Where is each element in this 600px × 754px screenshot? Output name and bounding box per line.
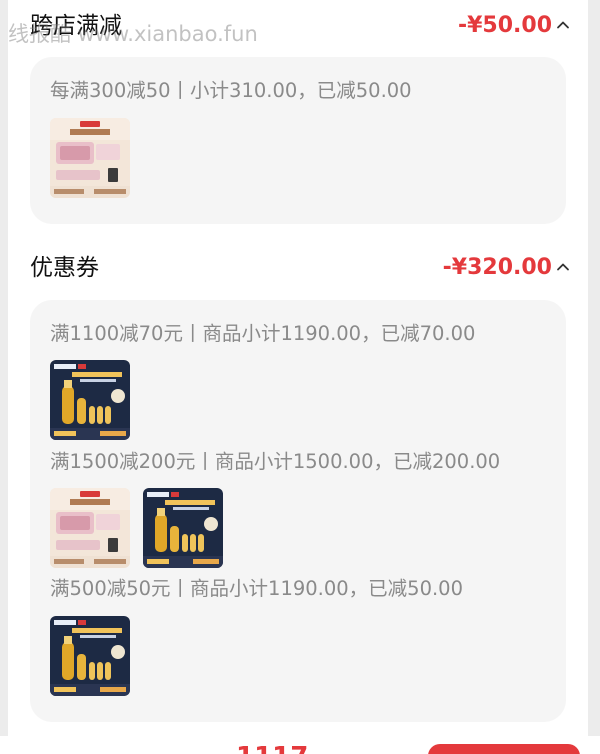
chevron-up-icon[interactable]	[556, 18, 570, 32]
coupon-rule-text: 满500减50元丨商品小计1190.00，已减50.00	[50, 577, 463, 600]
product-thumbnail-guerlain-serum[interactable]	[50, 616, 130, 696]
discount-rule-text: 每满300减50丨小计310.00，已减50.00	[50, 79, 412, 102]
discount-rule-card: 每满300减50丨小计310.00，已减50.00	[30, 57, 566, 224]
product-thumbnail-guerlain-serum[interactable]	[50, 360, 130, 440]
submit-order-button[interactable]	[428, 744, 580, 754]
product-thumbnail-pink-gift-box[interactable]	[50, 488, 130, 568]
section-header-coupons[interactable]: 优惠券 -¥320.00	[30, 248, 570, 288]
section-discount-amount: -¥320.00	[442, 255, 552, 280]
checkout-bar: 1117	[0, 736, 600, 754]
product-thumbnail-guerlain-serum[interactable]	[143, 488, 223, 568]
section-header-cross-store[interactable]: 跨店满减 -¥50.00	[30, 6, 570, 46]
total-price: 1117	[236, 742, 308, 754]
product-thumbnail-pink-gift-box[interactable]	[50, 118, 130, 198]
discount-detail-page: 跨店满减 -¥50.00 每满300减50丨小计310.00，已减50.00 优…	[0, 0, 600, 754]
section-title: 跨店满减	[30, 13, 122, 39]
section-discount-amount: -¥50.00	[457, 13, 552, 38]
coupon-rule-text: 满1500减200元丨商品小计1500.00，已减200.00	[50, 450, 501, 473]
coupon-rule-text: 满1100减70元丨商品小计1190.00，已减70.00	[50, 322, 476, 345]
coupon-rules-card: 满1100减70元丨商品小计1190.00，已减70.00 满1500减200元…	[30, 300, 566, 722]
chevron-up-icon[interactable]	[556, 260, 570, 274]
discount-sheet: 跨店满减 -¥50.00 每满300减50丨小计310.00，已减50.00 优…	[8, 0, 588, 736]
section-title: 优惠券	[30, 255, 99, 281]
